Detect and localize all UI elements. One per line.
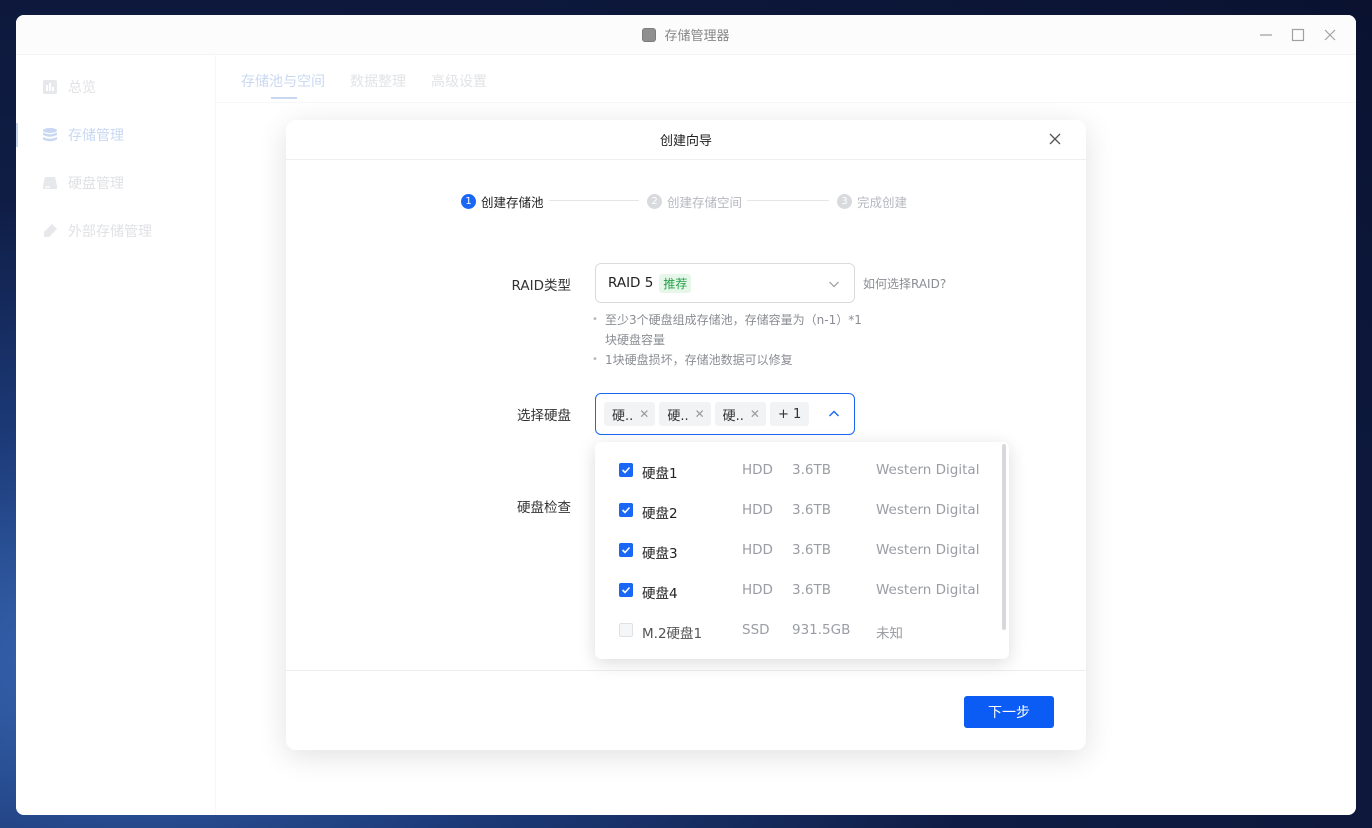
disk-type: HDD — [742, 502, 773, 518]
checkbox-checked[interactable] — [619, 503, 633, 517]
raid-type-select[interactable]: RAID 5 推荐 — [595, 263, 855, 303]
chevron-down-icon — [828, 278, 840, 294]
disk-name: 硬盘2 — [642, 506, 678, 522]
step-connector — [549, 200, 639, 201]
disk-chip: 硬.. ✕ — [659, 402, 711, 426]
step-number: 1 — [461, 194, 476, 209]
recommended-badge: 推荐 — [659, 273, 692, 293]
disk-name: 硬盘1 — [642, 466, 678, 482]
disk-size: 3.6TB — [792, 462, 831, 478]
disk-chip: 硬.. ✕ — [604, 402, 656, 426]
raid-hints: 至少3个硬盘组成存储池，存储容量为（n-1）*1块硬盘容量 1块硬盘损坏，存储池… — [592, 310, 862, 370]
check-icon — [621, 546, 631, 554]
disk-vendor: 未知 — [876, 626, 903, 642]
checkbox-disabled — [619, 623, 633, 637]
close-icon — [1049, 133, 1061, 145]
checkbox-checked[interactable] — [619, 543, 633, 557]
step-number: 3 — [837, 194, 852, 209]
step-3: 3 完成创建 — [837, 192, 907, 211]
step-label: 创建存储空间 — [667, 195, 743, 210]
disk-name: M.2硬盘1 — [642, 626, 703, 642]
checkbox-checked[interactable] — [619, 463, 633, 477]
disk-option[interactable]: 硬盘4 HDD 3.6TB Western Digital — [595, 570, 1009, 610]
raid-type-label: RAID类型 — [511, 278, 571, 294]
step-2: 2 创建存储空间 — [647, 192, 742, 211]
disk-type: SSD — [742, 622, 770, 638]
raid-help-link[interactable]: 如何选择RAID? — [863, 275, 946, 292]
disk-type: HDD — [742, 542, 773, 558]
chip-label: 硬.. — [722, 408, 744, 424]
next-step-button[interactable]: 下一步 — [964, 696, 1054, 728]
step-1: 1 创建存储池 — [461, 192, 544, 211]
disk-size: 931.5GB — [792, 622, 851, 638]
chip-remove-icon[interactable]: ✕ — [639, 407, 649, 421]
chevron-up-icon[interactable] — [828, 408, 840, 424]
disk-chip: 硬.. ✕ — [714, 402, 766, 426]
dialog-header: 创建向导 — [286, 120, 1086, 160]
disk-vendor: Western Digital — [876, 582, 980, 598]
wizard-steps: 1 创建存储池 2 创建存储空间 3 完成创建 — [286, 190, 1086, 210]
step-label: 完成创建 — [857, 195, 908, 210]
chip-label: 硬.. — [667, 408, 689, 424]
dialog-close-button[interactable] — [1048, 132, 1064, 148]
check-icon — [621, 466, 631, 474]
disk-size: 3.6TB — [792, 582, 831, 598]
disk-option[interactable]: 硬盘3 HDD 3.6TB Western Digital — [595, 530, 1009, 570]
disk-vendor: Western Digital — [876, 462, 980, 478]
checkbox-checked[interactable] — [619, 583, 633, 597]
hint-item: 1块硬盘损坏，存储池数据可以修复 — [592, 350, 862, 370]
disk-option[interactable]: 硬盘1 HDD 3.6TB Western Digital — [595, 450, 1009, 490]
step-number: 2 — [647, 194, 662, 209]
disk-select-label: 选择硬盘 — [517, 408, 571, 424]
disk-vendor: Western Digital — [876, 502, 980, 518]
chip-remove-icon[interactable]: ✕ — [695, 407, 705, 421]
chip-label: 硬.. — [612, 408, 634, 424]
disk-type: HDD — [742, 462, 773, 478]
dialog-title: 创建向导 — [659, 134, 712, 149]
disk-name: 硬盘4 — [642, 586, 678, 602]
disk-size: 3.6TB — [792, 502, 831, 518]
disk-multi-select[interactable]: 硬.. ✕ 硬.. ✕ 硬.. ✕ + 1 — [595, 393, 855, 435]
disk-name: 硬盘3 — [642, 546, 678, 562]
disk-check-label: 硬盘检查 — [517, 500, 571, 516]
step-label: 创建存储池 — [481, 195, 544, 210]
step-connector — [747, 200, 829, 201]
disk-type: HDD — [742, 582, 773, 598]
hint-item: 至少3个硬盘组成存储池，存储容量为（n-1）*1块硬盘容量 — [592, 310, 862, 350]
disk-vendor: Western Digital — [876, 542, 980, 558]
more-chips-count: + 1 — [769, 402, 810, 426]
disk-option-disabled: M.2硬盘1 SSD 931.5GB 未知 — [595, 610, 1009, 650]
disk-option[interactable]: 硬盘2 HDD 3.6TB Western Digital — [595, 490, 1009, 530]
raid-type-value: RAID 5 — [608, 275, 654, 291]
disk-size: 3.6TB — [792, 542, 831, 558]
disk-dropdown-list: 硬盘1 HDD 3.6TB Western Digital 硬盘2 HDD 3.… — [595, 442, 1009, 659]
chip-remove-icon[interactable]: ✕ — [750, 407, 760, 421]
dialog-footer: 下一步 — [286, 670, 1086, 750]
check-icon — [621, 586, 631, 594]
check-icon — [621, 506, 631, 514]
dropdown-scrollbar[interactable] — [1002, 444, 1006, 630]
